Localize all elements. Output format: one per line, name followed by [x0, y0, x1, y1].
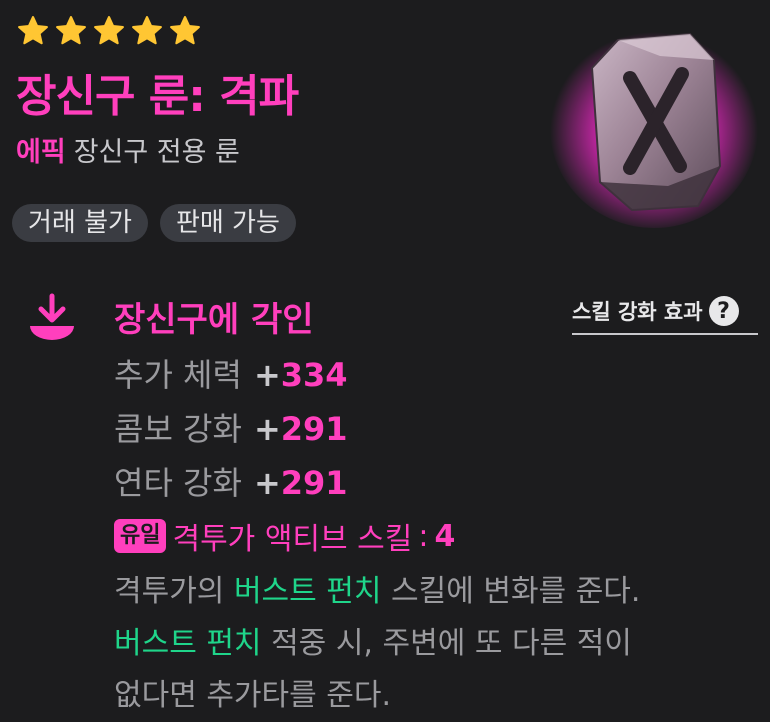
star-icon — [170, 16, 200, 45]
skill-name-highlight: 버스트 펀치 — [233, 574, 382, 609]
stat-value: 334 — [280, 356, 348, 394]
stat-plus: + — [253, 464, 281, 502]
rarity-label: 에픽 — [16, 137, 66, 168]
unique-badge: 유일 — [114, 519, 167, 553]
stat-value: 291 — [280, 464, 348, 502]
unique-skill-line: 유일 격투가 액티브 스킬: 4 — [114, 514, 455, 558]
item-title: 장신구 룬: 격파 — [16, 71, 299, 122]
description-line: 버스트 펀치 적중 시, 주변에 또 다른 적이 — [114, 618, 754, 670]
unique-colon: : — [418, 518, 429, 554]
rune-x-icon — [548, 16, 760, 228]
skill-effect-help-link[interactable]: 스킬 강화 효과 ? — [572, 296, 758, 335]
description-line: 격투가의 버스트 펀치 스킬에 변화를 준다. — [114, 566, 754, 618]
engrave-icon — [30, 293, 74, 340]
stat-plus: + — [253, 356, 281, 394]
tag-untradeable: 거래 불가 — [12, 204, 148, 242]
star-icon — [56, 16, 86, 45]
item-tags: 거래 불가 판매 가능 — [12, 204, 296, 242]
help-label: 스킬 강화 효과 — [572, 300, 703, 324]
skill-description: 격투가의 버스트 펀치 스킬에 변화를 준다. 버스트 펀치 적중 시, 주변에… — [114, 566, 754, 722]
description-text: 적중 시, 주변에 또 다른 적이 — [261, 626, 632, 661]
description-line: 없다면 추가타를 준다. — [114, 678, 392, 713]
item-type: 장신구 전용 룬 — [73, 137, 240, 168]
stat-label: 콤보 강화 — [114, 410, 242, 448]
stat-row: 연타 강화 +291 — [114, 458, 348, 504]
unique-value: 4 — [434, 518, 456, 554]
item-subtitle: 에픽 장신구 전용 룬 — [16, 130, 240, 169]
tag-sellable: 판매 가능 — [159, 204, 296, 242]
stat-row: 콤보 강화 +291 — [114, 404, 348, 450]
stat-label: 연타 강화 — [114, 464, 242, 502]
description-text: 격투가의 — [114, 574, 234, 609]
stat-plus: + — [253, 410, 281, 448]
star-icon — [94, 16, 124, 45]
star-icon — [132, 16, 162, 45]
star-icon — [18, 16, 48, 45]
question-icon[interactable]: ? — [708, 296, 739, 326]
stat-value: 291 — [280, 410, 348, 448]
stat-row: 추가 체력 +334 — [114, 350, 348, 396]
section-title: 장신구에 각인 — [114, 300, 314, 340]
rarity-stars — [16, 14, 202, 48]
skill-name-highlight: 버스트 펀치 — [114, 626, 262, 661]
description-text: 스킬에 변화를 준다. — [381, 574, 641, 609]
stat-label: 추가 체력 — [114, 356, 242, 394]
unique-label: 격투가 액티브 스킬 — [172, 522, 413, 557]
